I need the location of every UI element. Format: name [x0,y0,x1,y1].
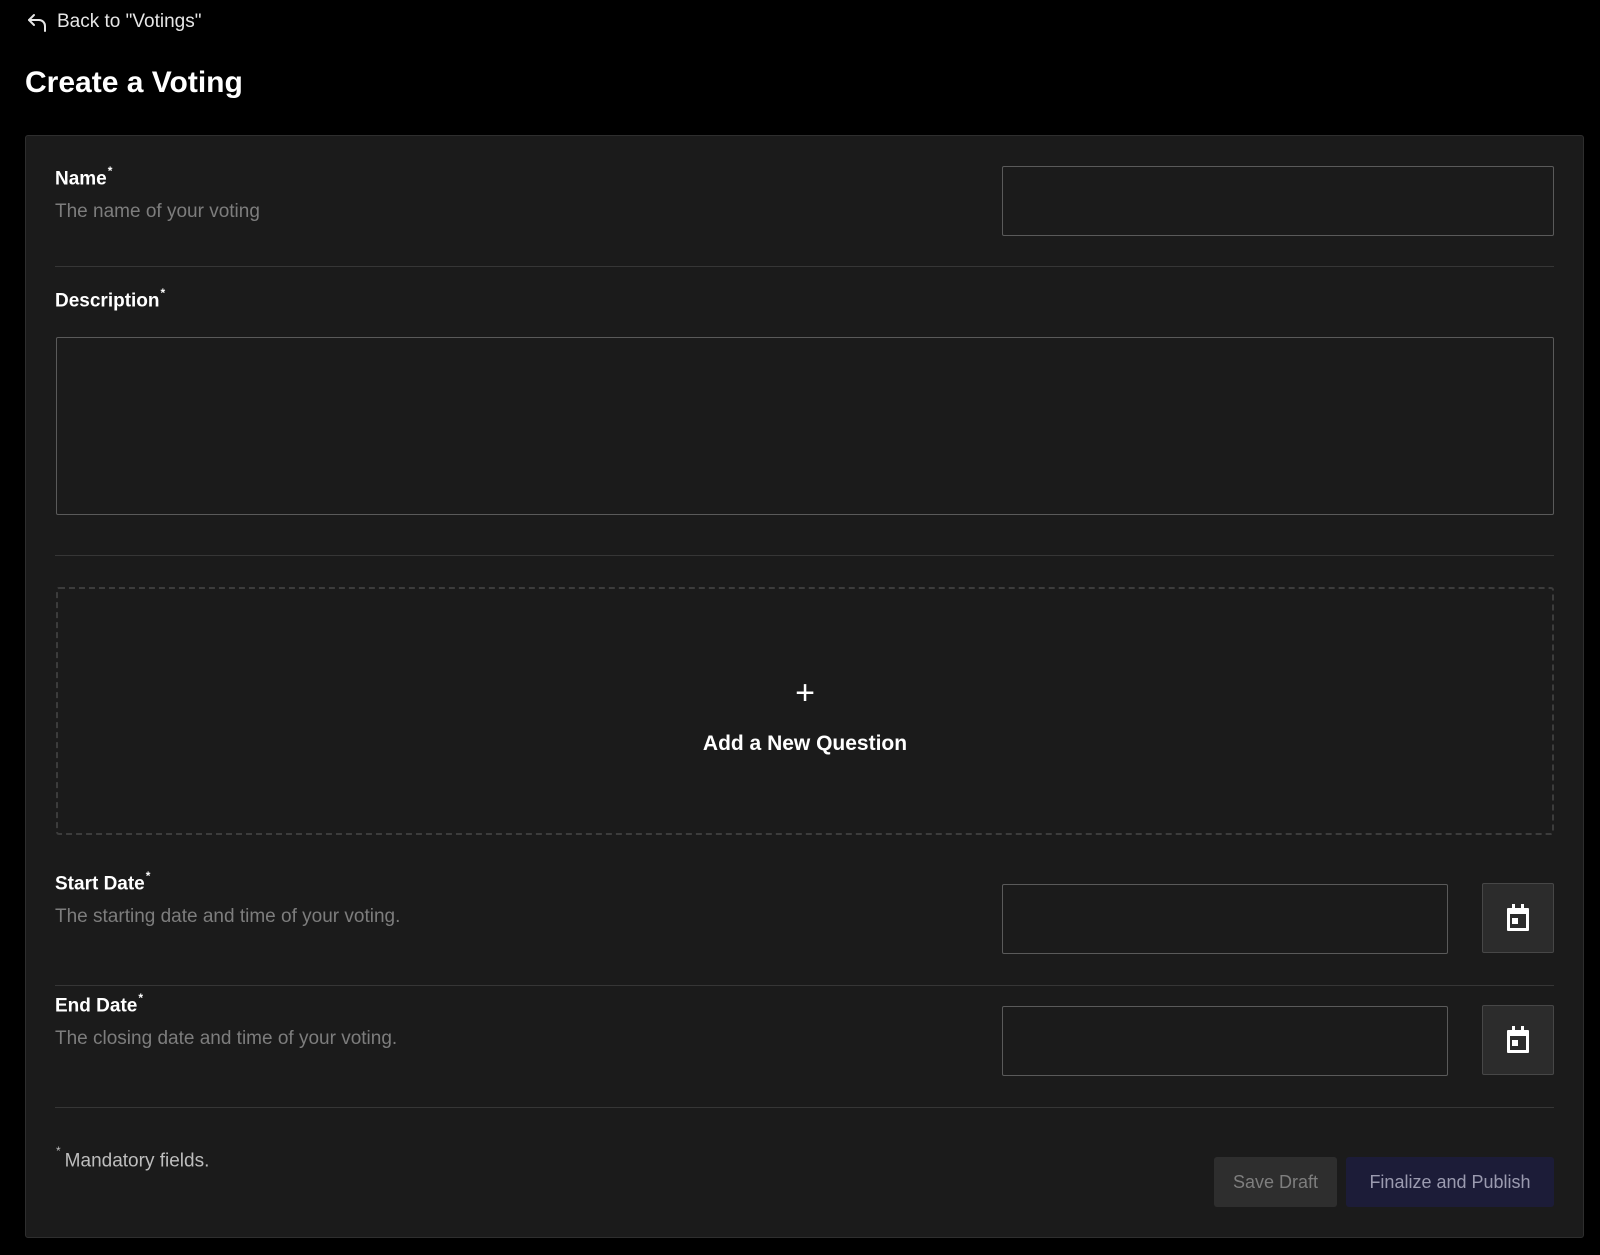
name-input[interactable] [1002,166,1554,236]
divider [55,1107,1554,1108]
page-title: Create a Voting [25,66,243,99]
voting-form-card: Name* The name of your voting Descriptio… [25,135,1584,1238]
description-textarea[interactable] [56,337,1554,515]
start-date-required-mark: * [145,869,151,883]
start-date-calendar-button[interactable] [1482,883,1554,953]
start-date-input[interactable] [1002,884,1448,954]
calendar-icon [1507,904,1529,931]
end-date-label: End Date* [55,991,144,1017]
plus-icon: + [795,674,815,712]
name-label: Name* [55,164,113,190]
start-date-label: Start Date* [55,869,151,895]
divider [55,555,1554,556]
start-date-hint: The starting date and time of your votin… [55,906,401,927]
add-question-button[interactable]: + Add a New Question [56,587,1554,835]
name-hint: The name of your voting [55,201,260,222]
divider [55,266,1554,267]
end-date-hint: The closing date and time of your voting… [55,1028,398,1049]
back-to-votings-link[interactable]: Back to "Votings" [25,10,201,34]
back-arrow-icon [28,14,46,32]
mandatory-mark: * [56,1144,61,1158]
add-question-label: Add a New Question [702,732,908,755]
description-required-mark: * [160,286,166,300]
name-required-mark: * [107,164,113,178]
calendar-icon [1507,1026,1529,1053]
end-date-calendar-button[interactable] [1482,1005,1554,1075]
description-label: Description* [55,286,166,312]
save-draft-button[interactable]: Save Draft [1214,1157,1337,1207]
finalize-publish-button[interactable]: Finalize and Publish [1346,1157,1554,1207]
end-date-input[interactable] [1002,1006,1448,1076]
divider [55,985,1554,986]
mandatory-fields-note: * Mandatory fields. [56,1144,210,1172]
back-link-label: Back to "Votings" [57,11,202,32]
end-date-required-mark: * [138,991,144,1005]
